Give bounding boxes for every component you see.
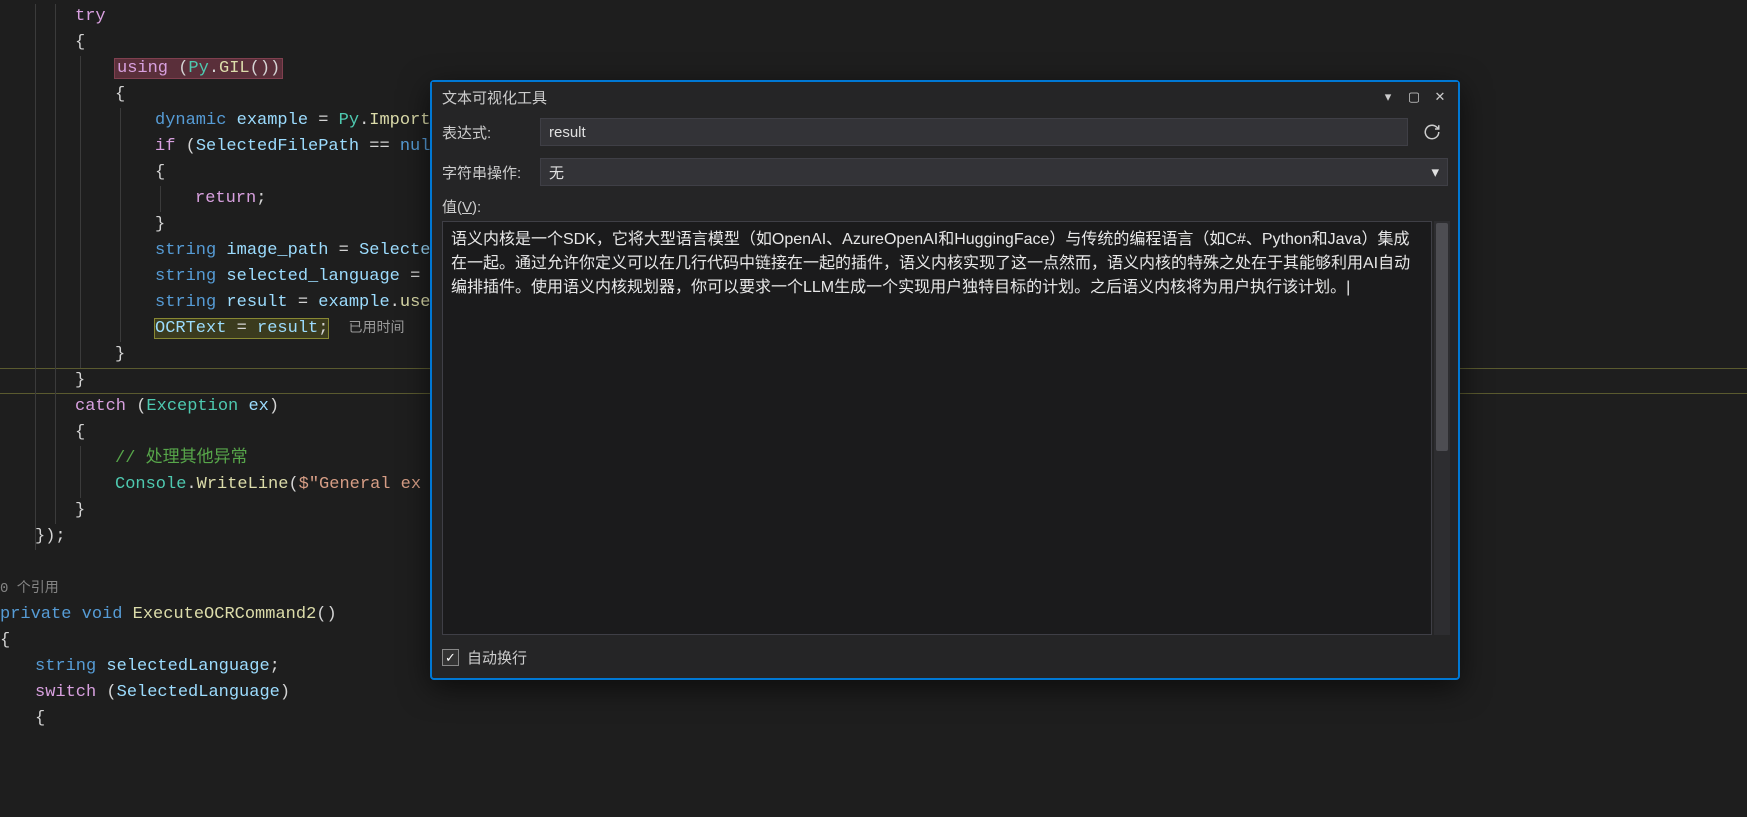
window-title: 文本可视化工具 xyxy=(442,87,1376,108)
vertical-scrollbar[interactable] xyxy=(1434,221,1450,635)
string-operations-label: 字符串操作: xyxy=(442,162,532,183)
wrap-label: 自动换行 xyxy=(467,647,527,668)
elapsed-time-label: 已用时间 xyxy=(348,321,404,337)
chevron-down-icon: ▾ xyxy=(1431,163,1439,181)
close-icon[interactable]: ✕ xyxy=(1428,86,1452,108)
expression-input[interactable] xyxy=(540,118,1408,146)
window-titlebar[interactable]: 文本可视化工具 ▾ ▢ ✕ xyxy=(432,82,1458,112)
highlighted-using-statement: using (Py.GIL()) xyxy=(115,59,282,78)
value-textarea[interactable]: 语义内核是一个SDK，它将大型语言模型（如OpenAI、AzureOpenAI和… xyxy=(442,221,1432,635)
wrap-checkbox[interactable]: ✓ xyxy=(442,649,459,666)
text-visualizer-window[interactable]: 文本可视化工具 ▾ ▢ ✕ 表达式: 字符串操作: 无 ▾ 值(V): 语义内核… xyxy=(430,80,1460,680)
codelens-references[interactable]: 0 个引用 xyxy=(0,576,59,602)
maximize-icon[interactable]: ▢ xyxy=(1402,86,1426,108)
value-label: 值(V): xyxy=(432,192,1458,217)
scrollbar-thumb[interactable] xyxy=(1436,223,1448,451)
current-statement: OCRText = result; xyxy=(155,319,328,338)
refresh-icon[interactable] xyxy=(1416,118,1448,146)
expression-label: 表达式: xyxy=(442,122,532,143)
comment: // 处理其他异常 xyxy=(115,446,248,472)
string-operations-select[interactable]: 无 ▾ xyxy=(540,158,1448,186)
keyword-try: try xyxy=(75,7,106,26)
dropdown-icon[interactable]: ▾ xyxy=(1376,86,1400,108)
